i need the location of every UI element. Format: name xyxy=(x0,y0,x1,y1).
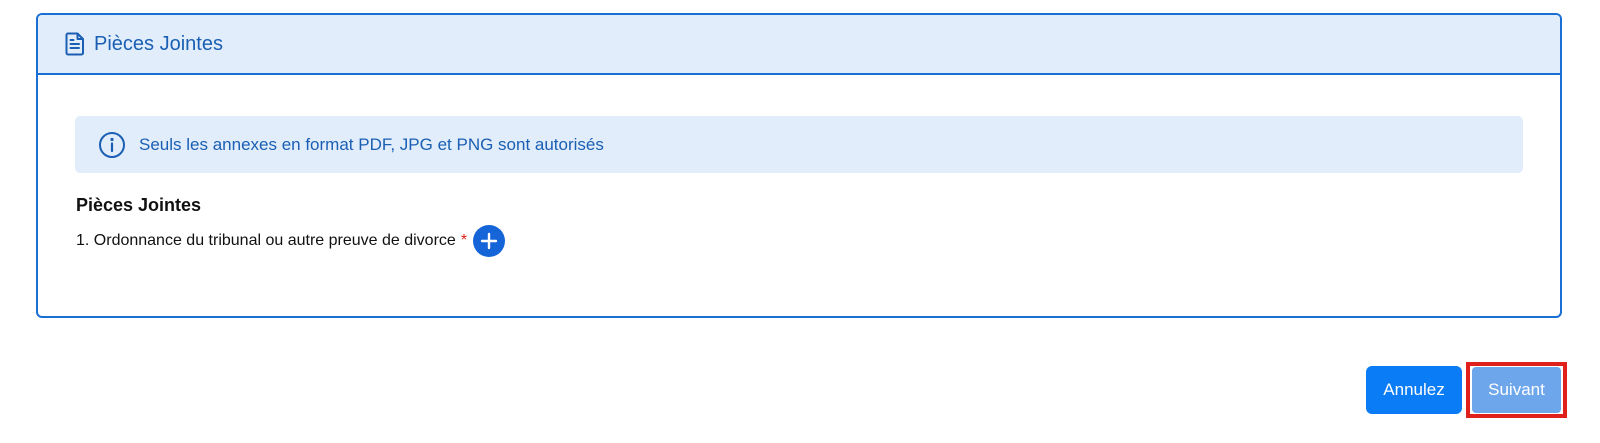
info-text: Seuls les annexes en format PDF, JPG et … xyxy=(139,134,604,154)
card-title: Pièces Jointes xyxy=(94,32,223,55)
attachment-label: 1. Ordonnance du tribunal ou autre preuv… xyxy=(76,232,456,249)
cancel-button[interactable]: Annulez xyxy=(1366,366,1462,414)
attachments-section-title: Pièces Jointes xyxy=(76,195,202,215)
info-banner: Seuls les annexes en format PDF, JPG et … xyxy=(75,116,1523,173)
document-icon xyxy=(64,31,86,57)
card-header: Pièces Jointes xyxy=(38,15,1560,75)
add-attachment-button[interactable] xyxy=(473,225,506,257)
required-asterisk: * xyxy=(460,232,468,249)
plus-circle-icon xyxy=(480,232,498,250)
next-button-highlight: Suivant xyxy=(1466,362,1567,418)
next-button[interactable]: Suivant xyxy=(1472,367,1561,413)
info-circle-icon xyxy=(98,131,126,159)
attachments-card: Pièces Jointes Seuls les annexes en form… xyxy=(36,13,1562,318)
attachment-item: 1. Ordonnance du tribunal ou autre preuv… xyxy=(76,225,506,257)
